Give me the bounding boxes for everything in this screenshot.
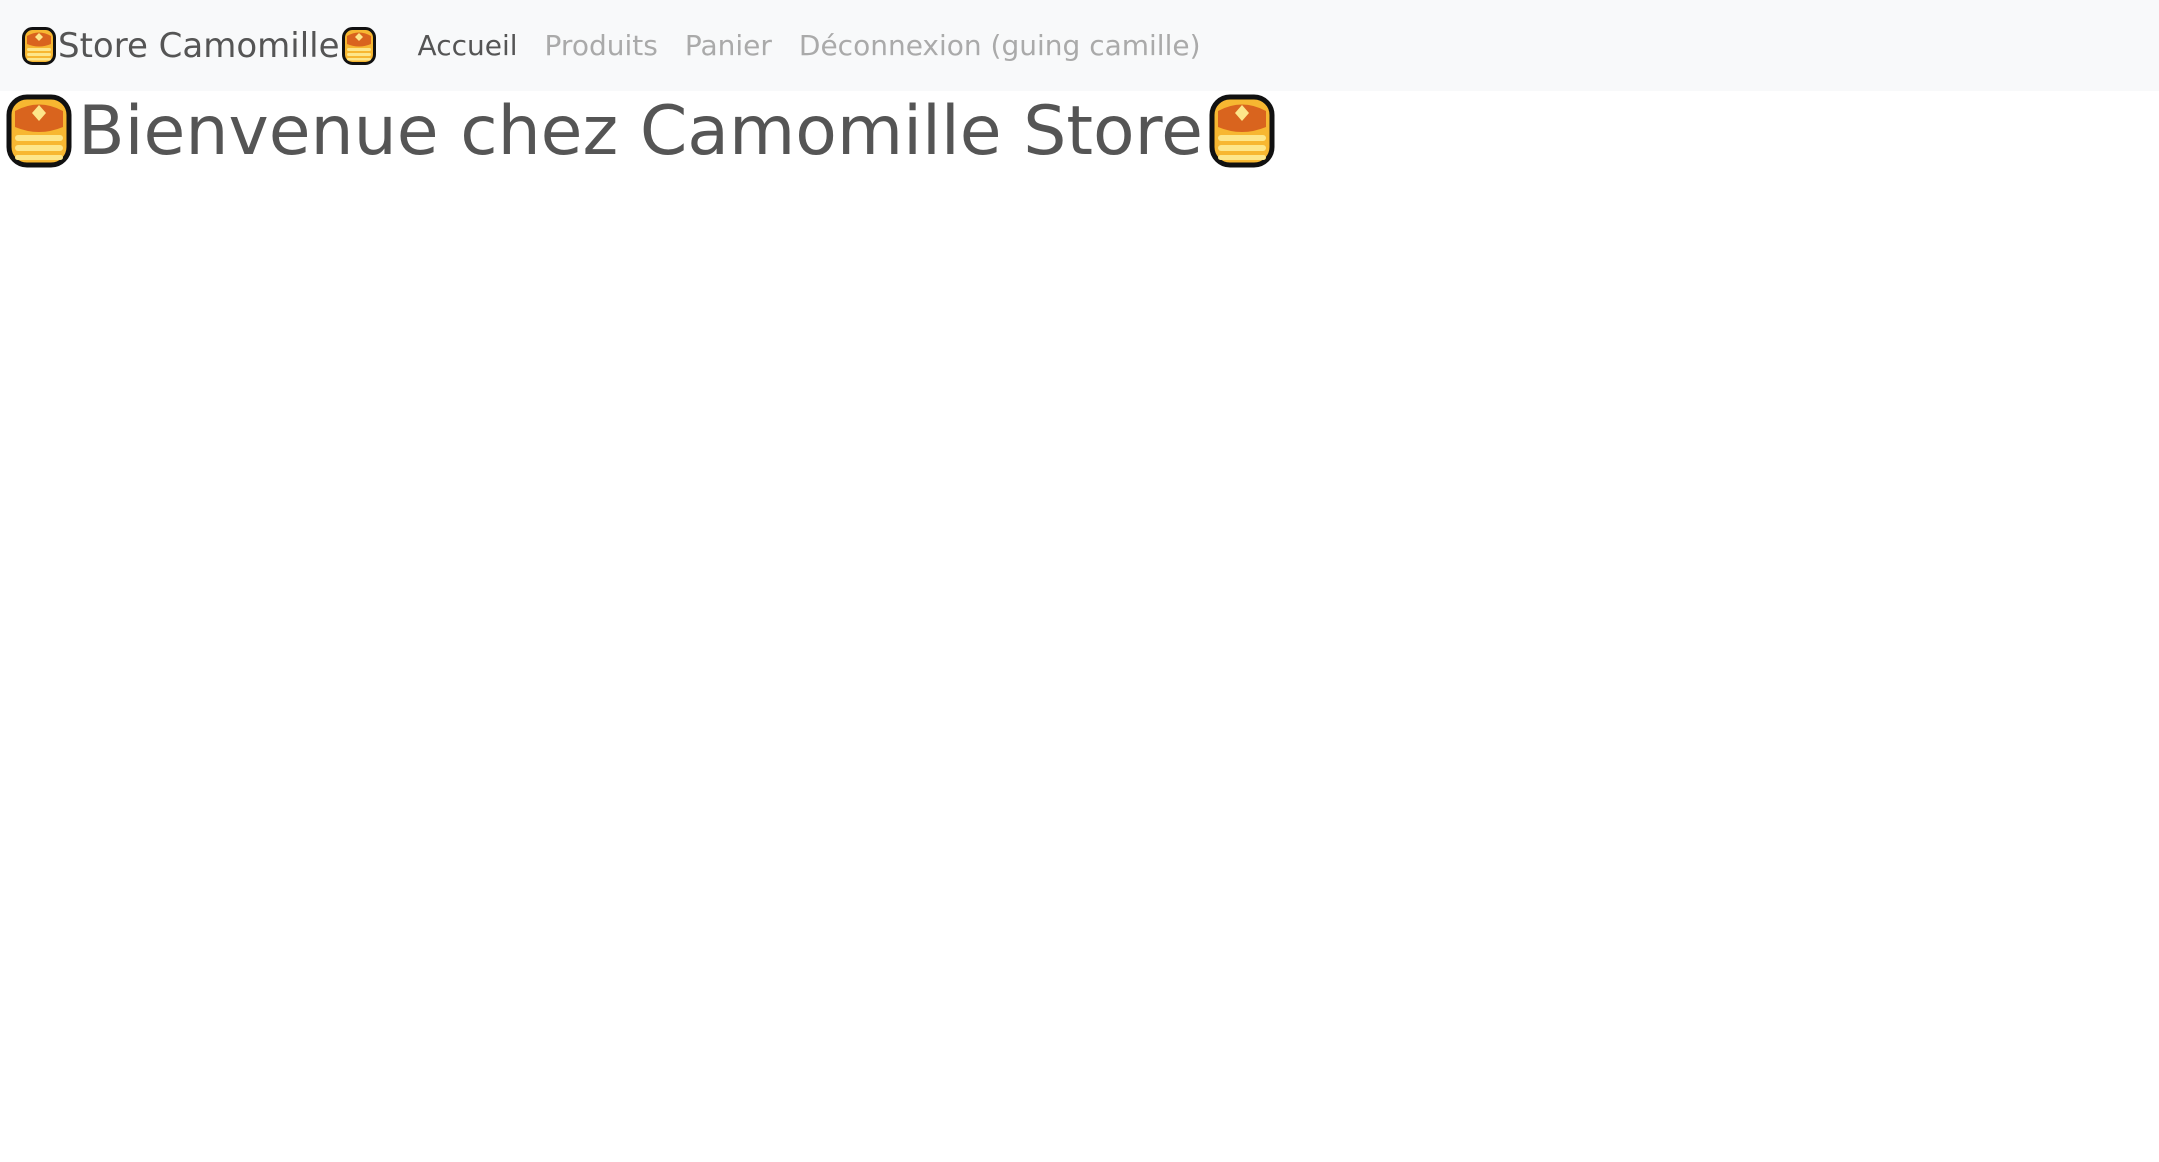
brand-label: Store Camomille bbox=[58, 25, 340, 66]
page-title: Bienvenue chez Camomille Store bbox=[6, 91, 1275, 171]
nav-link-panier[interactable]: Panier bbox=[685, 29, 772, 62]
navbar: Store Camomille Accueil Produits Panier … bbox=[0, 0, 2159, 91]
pancake-icon bbox=[1209, 94, 1275, 168]
nav-link-produits[interactable]: Produits bbox=[545, 29, 658, 62]
nav-link-deconnexion[interactable]: Déconnexion (guing camille) bbox=[799, 29, 1201, 62]
nav-links: Accueil Produits Panier Déconnexion (gui… bbox=[418, 29, 1228, 62]
pancake-icon bbox=[22, 26, 56, 65]
page-title-text: Bienvenue chez Camomille Store bbox=[78, 91, 1203, 171]
brand-link[interactable]: Store Camomille bbox=[22, 26, 376, 66]
pancake-icon bbox=[341, 26, 376, 65]
pancake-icon bbox=[6, 94, 72, 168]
nav-link-accueil[interactable]: Accueil bbox=[418, 29, 518, 62]
